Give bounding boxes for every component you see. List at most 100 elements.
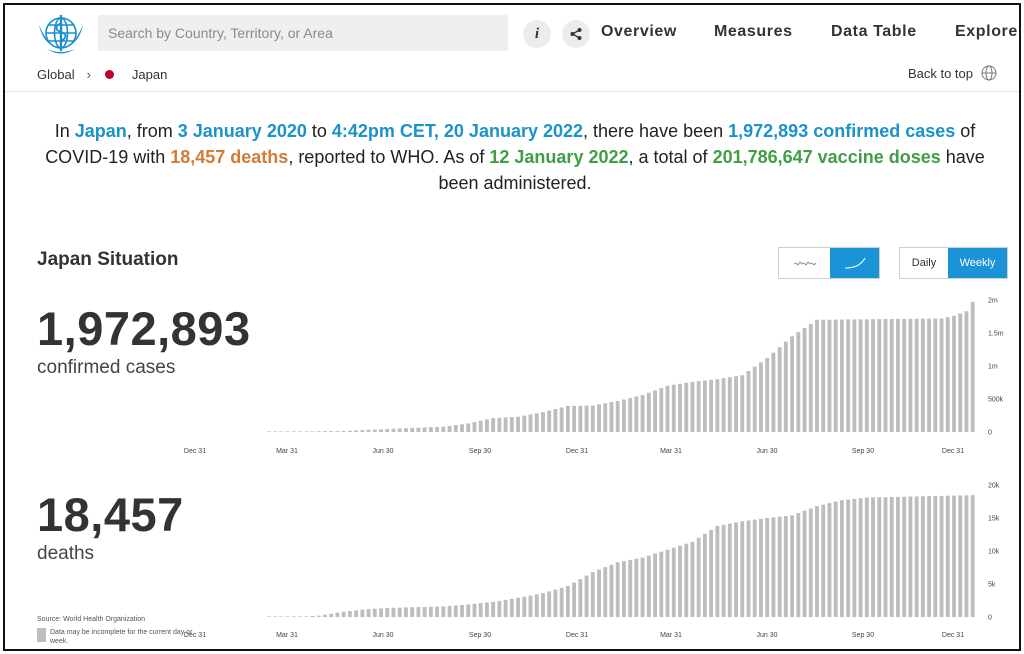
chart-bar [696,537,701,617]
x-tick-label: Mar 31 [660,632,682,639]
chart-bar [541,593,545,617]
chart-bar [578,579,583,617]
y-tick-label: 10k [988,549,1000,556]
chart-bar [559,587,564,617]
x-tick-label: Mar 31 [276,632,298,639]
chart-bar [460,604,464,617]
x-tick-label: Sep 30 [852,632,874,639]
y-tick-label: 5k [988,582,996,589]
chart-bar [304,616,309,617]
chart-bar [933,496,938,617]
chart-bar [783,516,788,617]
chart-bar [372,608,377,617]
chart-bar [914,496,919,617]
chart-bar [323,614,327,617]
chart-bar [796,513,801,617]
chart-bar [528,595,533,617]
chart-bar [491,601,496,617]
chart-bar [447,605,452,618]
chart-bar [702,533,707,617]
chart-bar [584,575,589,617]
x-tick-label: Dec 31 [942,632,964,639]
y-tick-label: 0 [988,615,992,622]
chart-bar [646,555,651,617]
chart-bar [952,495,956,617]
chart-bar [316,615,321,617]
chart-bar [597,569,601,617]
chart-bar [709,529,714,617]
chart-bar [808,508,813,617]
chart-bar [727,523,732,617]
chart-bar [503,599,508,617]
chart-bar [484,602,489,617]
chart-bar [354,610,359,617]
chart-bar [908,496,913,617]
chart-bar [640,557,645,617]
x-tick-label: Jun 30 [372,632,393,639]
chart-bar [622,561,626,618]
chart-bar [441,606,446,617]
chart-bar [659,551,664,617]
chart-bar [572,582,577,617]
chart-bar [516,597,520,617]
chart-bar [590,572,595,617]
chart-bar [858,498,863,617]
chart-bar [715,525,720,617]
chart-bar [665,549,670,617]
chart-bar [329,613,334,617]
chart-bar [734,522,738,618]
deaths-bar-chart: 0 5k 10k 15k 20k Dec 31 Mar 31 Jun 30 Sep 30 Dec … [184,483,1000,640]
chart-bar [740,521,745,617]
chart-bar [416,607,421,617]
chart-bar [553,589,558,617]
x-tick-label: Jun 30 [756,632,777,639]
chart-bar [410,607,415,617]
chart-bar [547,591,552,617]
incomplete-data-note: Data may be incomplete for the current d… [50,629,193,645]
chart-bar [939,495,944,617]
x-tick-label: Dec 31 [566,632,588,639]
chart-bar [273,616,278,617]
chart-bar [603,567,608,617]
chart-bar [310,616,315,617]
chart-bar [478,603,483,617]
x-tick-label: Sep 30 [469,632,491,639]
chart-bar [291,616,296,617]
chart-bar [970,495,975,617]
chart-bar [964,495,969,617]
chart-bar [920,496,925,617]
chart-bar [379,608,383,617]
chart-bar [821,504,826,617]
chart-bar [497,600,502,617]
chart-bar [877,497,882,617]
chart-bar [790,515,795,617]
chart-bar [347,611,352,617]
chart-bar [628,559,633,617]
chart-bar [852,498,857,617]
chart-bar [285,616,290,617]
chart-bar [653,553,657,617]
legend-swatch [37,628,46,642]
chart-bar [839,500,844,617]
chart-bar [534,594,539,617]
chart-bar [864,497,869,617]
chart-bar [279,616,284,617]
chart-bar [690,541,695,617]
chart-bar [889,496,894,617]
chart-bar [609,564,614,617]
chart-bar [341,611,346,617]
chart-bar [684,543,689,617]
chart-bar [883,497,888,617]
chart-bar [391,607,396,617]
source-note: Source: World Health Organization [37,616,146,623]
chart-bar [815,506,819,617]
y-tick-label: 20k [988,483,1000,490]
chart-bar [615,562,620,617]
chart-bar [435,606,440,617]
chart-bar [721,524,726,617]
chart-bar [634,558,639,617]
chart-bar [958,495,963,617]
chart-bar [802,510,807,617]
chart-bar [771,517,776,617]
chart-bar [765,518,770,617]
